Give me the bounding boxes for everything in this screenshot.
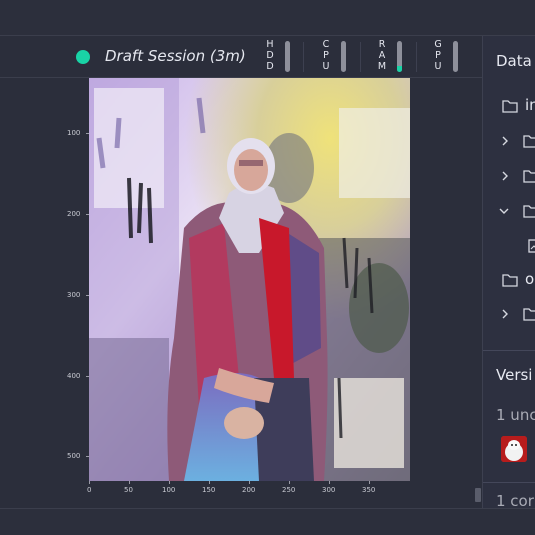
tree-item-folder[interactable] — [483, 166, 535, 186]
session-title[interactable]: Draft Session (3m) — [105, 47, 246, 65]
avatar — [501, 436, 527, 462]
tree-item-folder-expanded[interactable] — [483, 201, 535, 221]
session-status-indicator — [76, 50, 90, 64]
y-axis-tick — [86, 456, 89, 457]
y-axis-tick — [86, 295, 89, 296]
y-tick-label: 300 — [67, 291, 81, 299]
panel-divider — [483, 350, 535, 351]
x-tick-label: 300 — [322, 486, 336, 494]
x-axis-tick — [369, 481, 370, 484]
hdd-meter-track — [285, 41, 290, 72]
x-axis-tick — [289, 481, 290, 484]
right-side-panel: Data in o Versi 1 unc 1 cor — [482, 36, 535, 508]
y-tick-label: 100 — [67, 129, 81, 137]
x-axis-tick — [89, 481, 90, 484]
panel-divider — [483, 482, 535, 483]
avatar-image — [501, 436, 527, 462]
y-axis-tick — [86, 133, 89, 134]
x-axis-tick — [249, 481, 250, 484]
canvas-scrollbar-thumb[interactable] — [475, 488, 481, 502]
tree-item-folder[interactable] — [483, 131, 535, 151]
bottom-status-bar — [0, 508, 535, 535]
chevron-right-icon[interactable] — [500, 309, 510, 319]
uncommitted-changes-text: 1 unc — [496, 406, 535, 424]
ram-meter-track — [397, 41, 402, 72]
x-axis-tick — [169, 481, 170, 484]
cpu-meter-track — [341, 41, 346, 72]
chevron-down-icon[interactable] — [499, 206, 509, 216]
meter-divider — [360, 42, 361, 72]
x-axis-tick — [329, 481, 330, 484]
chevron-right-icon[interactable] — [500, 171, 510, 181]
x-tick-label: 250 — [282, 486, 296, 494]
folder-icon — [523, 308, 535, 321]
x-tick-label: 350 — [362, 486, 376, 494]
x-tick-label: 150 — [202, 486, 216, 494]
x-tick-label: 200 — [242, 486, 256, 494]
tree-item-folder[interactable] — [483, 304, 535, 324]
folder-icon — [502, 274, 518, 287]
top-toolbar — [0, 0, 535, 36]
folder-icon — [523, 205, 535, 218]
tree-item-folder[interactable]: o — [483, 270, 535, 290]
y-tick-label: 200 — [67, 210, 81, 218]
committed-changes-text: 1 cor — [496, 492, 534, 508]
image-plot[interactable] — [89, 78, 410, 481]
tree-item-label: o — [525, 270, 535, 288]
tree-item-folder[interactable]: in — [483, 96, 535, 116]
folder-icon — [523, 170, 535, 183]
cpu-meter-label: CPU — [322, 39, 330, 73]
image-file-icon — [528, 239, 535, 253]
photo-image — [89, 78, 410, 481]
y-tick-label: 500 — [67, 452, 81, 460]
tree-item-file[interactable] — [483, 236, 535, 256]
chevron-right-icon[interactable] — [500, 136, 510, 146]
versions-panel-heading: Versi — [496, 366, 533, 384]
meter-divider — [416, 42, 417, 72]
x-axis-tick — [129, 481, 130, 484]
x-tick-label: 50 — [124, 486, 133, 494]
x-axis-tick — [209, 481, 210, 484]
y-axis-tick — [86, 214, 89, 215]
meter-divider — [303, 42, 304, 72]
ram-meter-label: RAM — [377, 39, 387, 73]
gpu-meter-track — [453, 41, 458, 72]
x-tick-label: 100 — [162, 486, 176, 494]
y-tick-label: 400 — [67, 372, 81, 380]
hdd-meter-label: HDD — [266, 39, 274, 73]
folder-icon — [502, 100, 518, 113]
x-tick-label: 0 — [87, 486, 92, 494]
tree-item-label: in — [525, 96, 535, 114]
ram-meter-fill — [397, 65, 402, 72]
data-panel-heading: Data — [496, 52, 532, 70]
y-axis-tick — [86, 376, 89, 377]
gpu-meter-label: GPU — [434, 39, 442, 73]
folder-icon — [523, 135, 535, 148]
